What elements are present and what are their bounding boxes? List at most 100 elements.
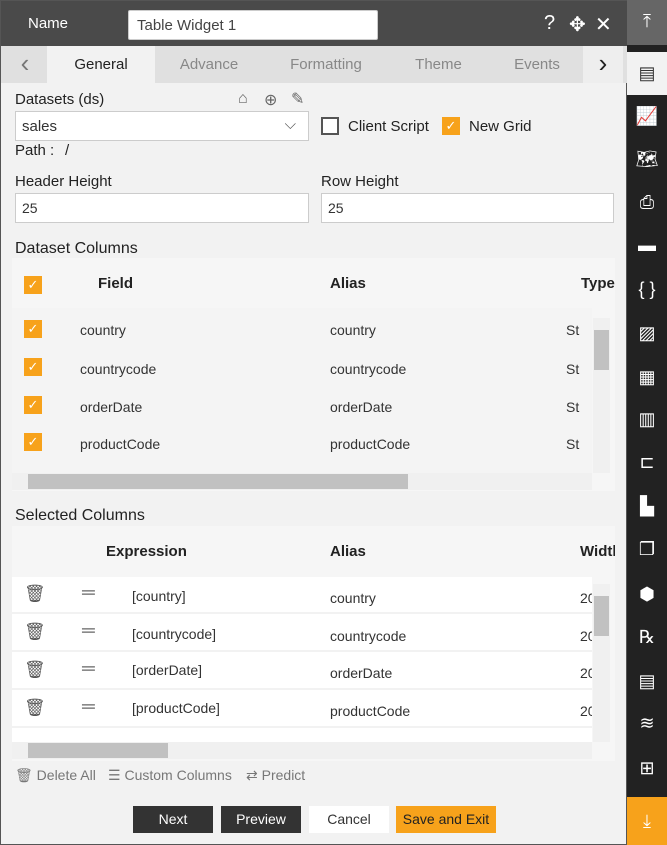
type-cell: St	[566, 322, 580, 338]
alias-cell: country	[330, 590, 376, 606]
tab-general[interactable]: General	[47, 46, 155, 83]
tab-scroll-left[interactable]: ‹	[5, 46, 45, 83]
table-widget-icon[interactable]: ▤	[627, 52, 667, 95]
table-row[interactable]: ✓ country country St	[12, 320, 592, 358]
dataset-select[interactable]: sales ⌵	[15, 111, 309, 141]
drag-handle-icon[interactable]: ═	[82, 658, 95, 679]
move-icon[interactable]: ✥	[569, 12, 586, 37]
selected-columns-title: Selected Columns	[15, 507, 145, 524]
move-to-bottom-icon[interactable]: ⤓	[627, 797, 667, 845]
dataset-columns-grid: ✓ Field Alias Type ✓ country country St ✓ co…	[12, 258, 615, 491]
row-height-input[interactable]: 25	[321, 193, 614, 223]
predict-button[interactable]: ⇄ Predict	[246, 767, 305, 784]
document-icon[interactable]: ▬	[627, 224, 667, 267]
table-row[interactable]: ✓ productCode productCode St	[12, 433, 592, 471]
row-checkbox[interactable]: ✓	[24, 320, 42, 338]
help-icon[interactable]: ?	[544, 12, 555, 35]
save-and-exit-button[interactable]: Save and Exit	[396, 806, 496, 833]
width-cell: 20	[580, 703, 592, 719]
trash-icon[interactable]: 🗑	[24, 622, 46, 642]
field-cell: country	[80, 322, 126, 338]
horizontal-scrollbar[interactable]	[12, 473, 592, 490]
type-cell: St	[566, 361, 580, 377]
field-cell: orderDate	[80, 399, 143, 415]
image-gallery-icon[interactable]: ▨	[627, 312, 667, 355]
chevron-down-icon: ⌵	[284, 116, 296, 133]
swap-icon: ⇄	[246, 767, 262, 783]
alias-cell: orderDate	[330, 665, 393, 681]
row-checkbox[interactable]: ✓	[24, 358, 42, 376]
chart-icon[interactable]: 📈	[627, 95, 667, 138]
header-height-input[interactable]: 25	[15, 193, 309, 223]
spreadsheet-icon[interactable]: ▥	[627, 398, 667, 441]
layers-icon[interactable]: ≋	[627, 702, 667, 745]
report-icon[interactable]: ⎙	[627, 181, 667, 224]
copy-icon[interactable]: ❐	[627, 528, 667, 571]
map-icon[interactable]: 🗺	[627, 138, 667, 181]
prescription-icon[interactable]: ℞	[627, 616, 667, 659]
table-row[interactable]: 🗑 ═ [productCode] productCode 20	[12, 691, 592, 728]
table-row[interactable]: 🗑 ═ [country] country 20	[12, 577, 592, 614]
code-braces-icon[interactable]: { }	[627, 268, 667, 311]
trash-icon[interactable]: 🗑	[24, 660, 46, 680]
table-row[interactable]: ✓ orderDate orderDate St	[12, 396, 592, 434]
column-header-type: Type	[581, 275, 615, 292]
trash-icon[interactable]: 🗑	[24, 698, 46, 718]
alias-cell: countrycode	[330, 628, 407, 644]
alias-cell: countrycode	[330, 361, 407, 377]
selected-columns-body: 🗑 ═ [country] country 20 🗑 ═ [countrycode] coun…	[12, 577, 592, 742]
drag-handle-icon[interactable]: ═	[82, 582, 95, 603]
move-to-top-icon[interactable]: ⤒	[627, 0, 667, 45]
row-checkbox[interactable]: ✓	[24, 433, 42, 451]
path-label: Path :	[15, 142, 55, 159]
tab-theme[interactable]: Theme	[391, 46, 486, 83]
bar-chart-icon[interactable]: ▙	[627, 485, 667, 528]
tab-bar: ‹ General Advance Formatting Theme Event…	[1, 46, 628, 83]
new-grid-checkbox[interactable]: ✓	[442, 117, 460, 135]
vertical-scrollbar[interactable]	[593, 584, 610, 742]
scrollbar-thumb[interactable]	[594, 330, 609, 370]
alias-cell: country	[330, 322, 376, 338]
tab-advance[interactable]: Advance	[155, 46, 263, 83]
cubes-icon[interactable]: ⬢	[627, 573, 667, 616]
client-script-label: Client Script	[348, 118, 429, 135]
next-button[interactable]: Next	[133, 806, 213, 833]
table-row[interactable]: ✓ countrycode countrycode St	[12, 358, 592, 396]
tab-events[interactable]: Events	[491, 46, 583, 83]
delete-all-button[interactable]: 🗑 Delete All	[15, 767, 96, 784]
alias-cell: orderDate	[330, 399, 393, 415]
name-input[interactable]: Table Widget 1	[128, 10, 378, 40]
edit-icon[interactable]: ✎	[291, 89, 304, 109]
table-row[interactable]: 🗑 ═ [countrycode] countrycode 20	[12, 615, 592, 652]
scrollbar-thumb[interactable]	[28, 474, 408, 489]
pivot-table-icon[interactable]: ▦	[627, 356, 667, 399]
add-widget-icon[interactable]: ⊞	[627, 747, 667, 790]
tab-scroll-right[interactable]: ›	[583, 46, 623, 83]
vertical-scrollbar[interactable]	[593, 318, 610, 473]
tree-icon[interactable]: ⊏	[627, 441, 667, 484]
trash-icon[interactable]: 🗑	[24, 584, 46, 604]
select-all-checkbox[interactable]: ✓	[24, 276, 42, 294]
home-icon[interactable]: ⌂	[238, 90, 248, 108]
dataset-columns-body: ✓ country country St ✓ countrycode countrycod…	[12, 308, 592, 473]
custom-columns-button[interactable]: ☰ Custom Columns	[108, 767, 232, 784]
dataset-columns-title: Dataset Columns	[15, 240, 138, 257]
table-row[interactable]: 🗑 ═ [orderDate] orderDate 20	[12, 653, 592, 690]
row-checkbox[interactable]: ✓	[24, 396, 42, 414]
type-cell: St	[566, 436, 580, 452]
widget-properties-dialog: Name Table Widget 1 ? ✥ ✕ ‹ General Adva…	[0, 0, 628, 845]
preview-button[interactable]: Preview	[221, 806, 301, 833]
client-script-checkbox[interactable]	[321, 117, 339, 135]
tab-formatting[interactable]: Formatting	[271, 46, 381, 83]
horizontal-scrollbar[interactable]	[12, 742, 592, 759]
drag-handle-icon[interactable]: ═	[82, 620, 95, 641]
cancel-button[interactable]: Cancel	[309, 806, 389, 833]
scrollbar-thumb[interactable]	[28, 743, 168, 758]
drag-handle-icon[interactable]: ═	[82, 696, 95, 717]
scrollbar-thumb[interactable]	[594, 596, 609, 636]
close-icon[interactable]: ✕	[595, 12, 612, 37]
add-circle-icon[interactable]: ⊕	[264, 90, 277, 110]
form-icon[interactable]: ▤	[627, 660, 667, 703]
alias-cell: productCode	[330, 703, 411, 719]
column-header-alias: Alias	[330, 275, 366, 292]
